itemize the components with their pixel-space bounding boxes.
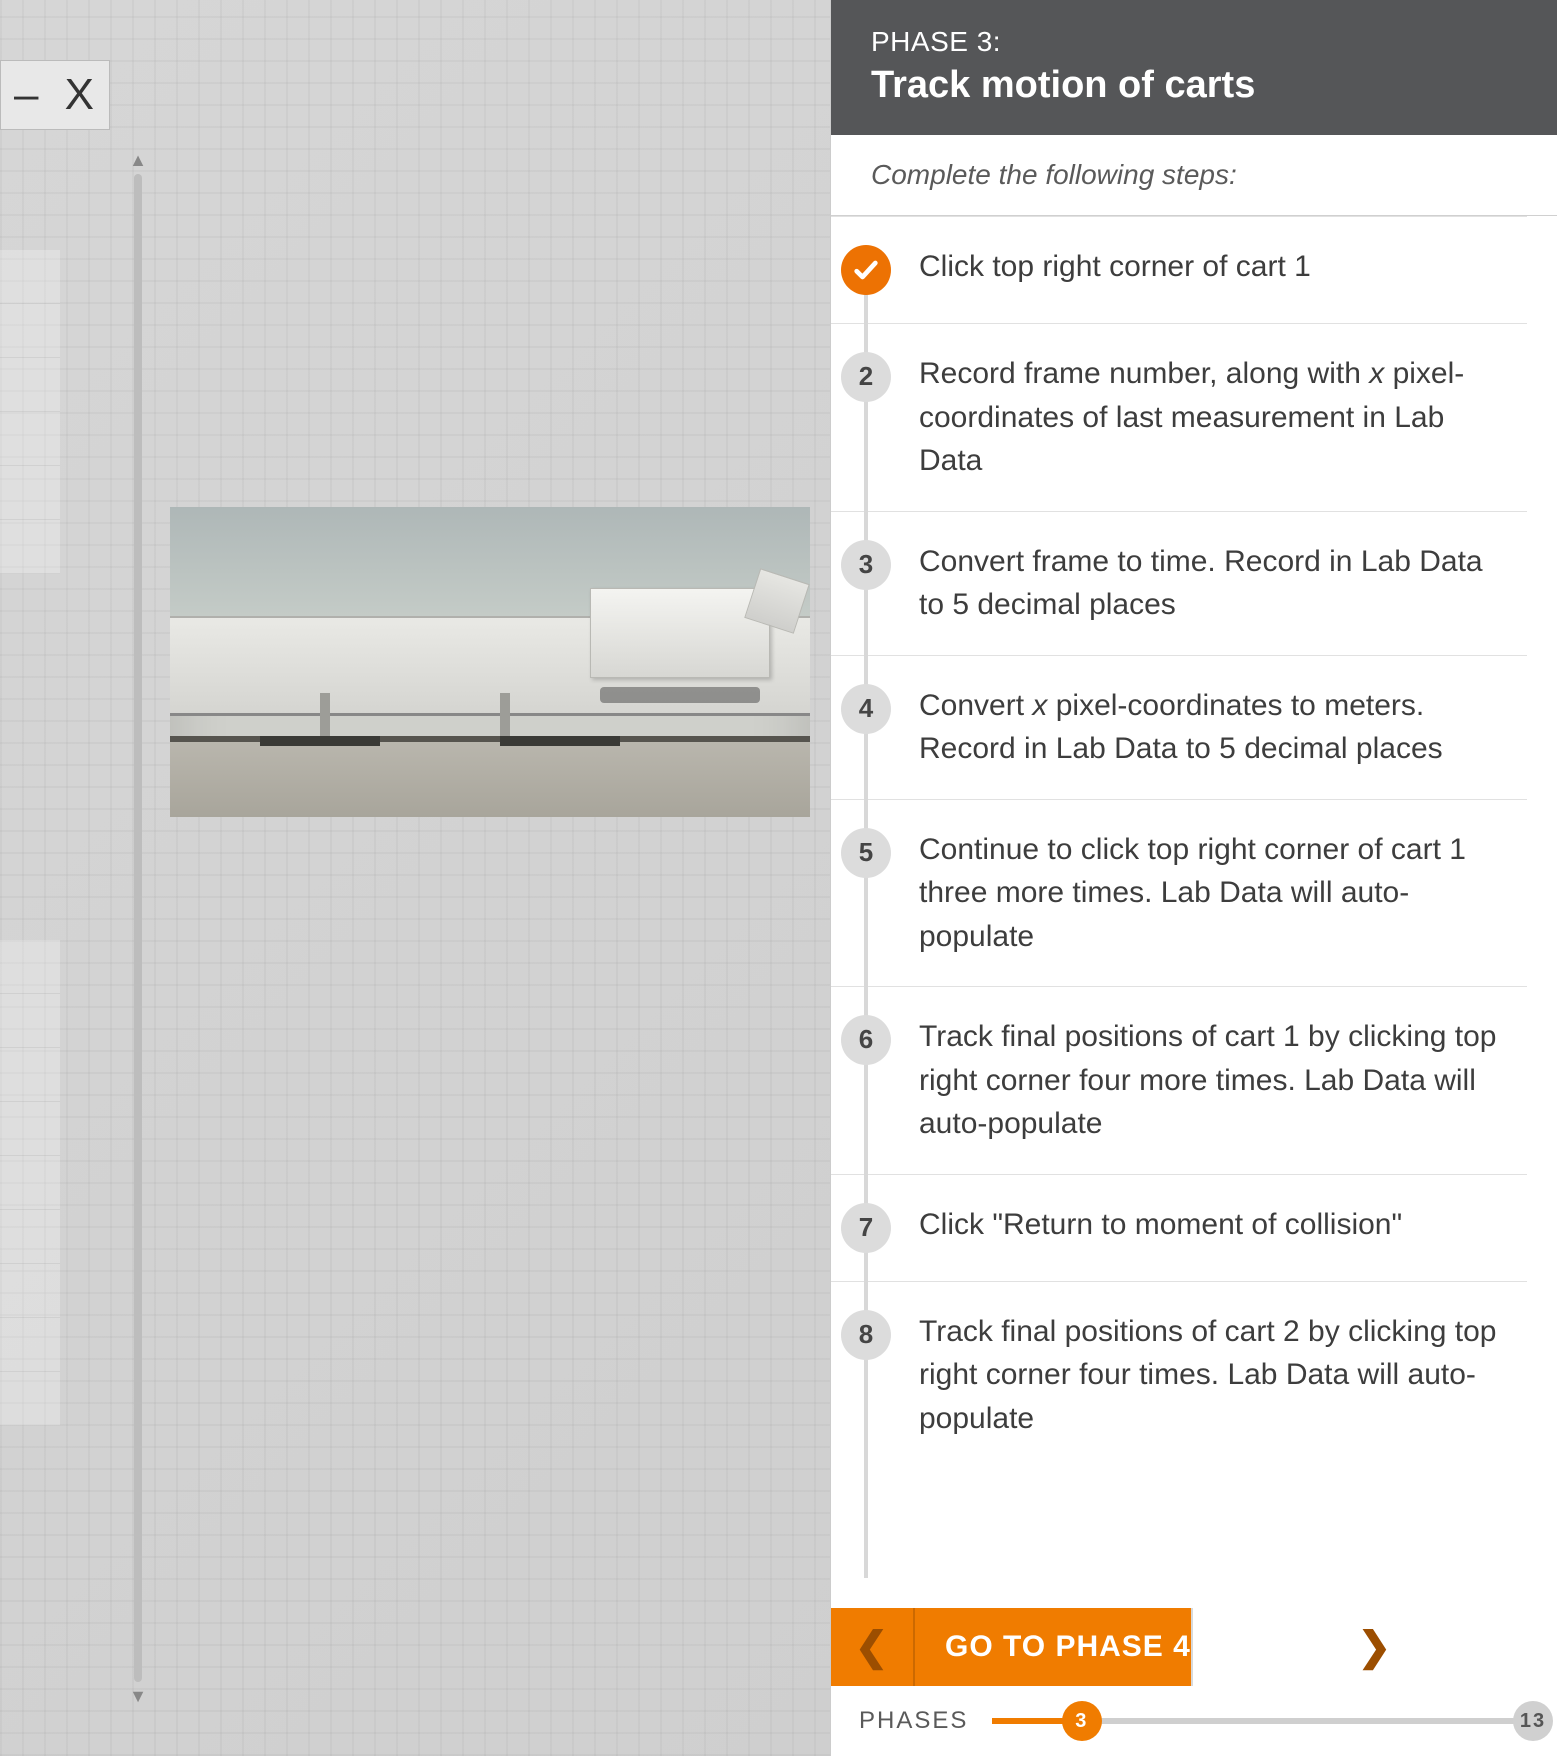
- step-text: Convert x pixel-coordinates to meters. R…: [919, 684, 1507, 771]
- phase-slider-knob[interactable]: 3: [1062, 1701, 1102, 1741]
- window-controls: – X: [0, 60, 110, 130]
- step-5: 5 Continue to click top right corner of c…: [831, 799, 1527, 987]
- step-text: Track final positions of cart 1 by click…: [919, 1015, 1507, 1146]
- close-button[interactable]: X: [65, 73, 96, 117]
- chevron-left-icon: ❮: [855, 1624, 890, 1670]
- step-text: Continue to click top right corner of ca…: [919, 828, 1507, 959]
- cart-1[interactable]: [590, 588, 770, 678]
- step-text: Track final positions of cart 2 by click…: [919, 1310, 1507, 1441]
- phase-slider-label: PHASES: [859, 1707, 968, 1735]
- step-badge: 8: [841, 1310, 891, 1360]
- step-badge-done: [841, 245, 891, 295]
- bench-top: [170, 736, 810, 817]
- instructions-pane: PHASE 3: Track motion of carts Complete …: [830, 0, 1557, 1756]
- data-rows-ghost-2: [0, 940, 60, 1426]
- step-badge: 5: [841, 828, 891, 878]
- step-rail: [864, 246, 868, 1578]
- phase-slider-track[interactable]: 3 13: [992, 1718, 1529, 1724]
- phase-kicker: PHASE 3:: [871, 26, 1517, 58]
- vertical-scrollbar[interactable]: ▲ ▼: [128, 150, 148, 1706]
- step-3: 3 Convert frame to time. Record in Lab Da…: [831, 511, 1527, 655]
- step-text: Convert frame to time. Record in Lab Dat…: [919, 540, 1507, 627]
- next-phase-button[interactable]: ❯: [1191, 1608, 1557, 1686]
- phase-subhead: Complete the following steps:: [831, 135, 1557, 216]
- app-root: – X ▲ ▼ PHASE 3: Track motion of car: [0, 0, 1557, 1756]
- phase-title: Track motion of carts: [871, 64, 1517, 107]
- step-list: Click top right corner of cart 1 2 Record …: [831, 216, 1557, 1608]
- step-8: 8 Track final positions of cart 2 by clic…: [831, 1281, 1527, 1469]
- prev-phase-button[interactable]: ❮: [831, 1608, 915, 1686]
- go-to-next-phase-bar[interactable]: ❮ GO TO PHASE 4 ❯: [831, 1608, 1557, 1686]
- step-badge: 2: [841, 352, 891, 402]
- chevron-right-icon: ❯: [1358, 1624, 1393, 1670]
- step-6: 6 Track final positions of cart 1 by clic…: [831, 986, 1527, 1174]
- video-frame[interactable]: [170, 507, 810, 817]
- step-text: Click "Return to moment of collision": [919, 1203, 1507, 1247]
- data-rows-ghost: [0, 250, 60, 574]
- phase-slider[interactable]: PHASES 3 13: [831, 1686, 1557, 1756]
- step-4: 4 Convert x pixel-coordinates to meters. …: [831, 655, 1527, 799]
- step-badge: 6: [841, 1015, 891, 1065]
- go-to-next-phase-label: GO TO PHASE 4: [915, 1630, 1191, 1664]
- step-badge: 7: [841, 1203, 891, 1253]
- footer: ❮ GO TO PHASE 4 ❯ PHASES 3 13: [831, 1608, 1557, 1756]
- minimize-button[interactable]: –: [14, 73, 38, 117]
- phase-header: PHASE 3: Track motion of carts: [831, 0, 1557, 135]
- step-2: 2 Record frame number, along with x pixel…: [831, 323, 1527, 511]
- cart-shadow: [600, 687, 760, 703]
- step-7: 7 Click "Return to moment of collision": [831, 1174, 1527, 1281]
- step-badge: 4: [841, 684, 891, 734]
- step-text: Record frame number, along with x pixel-…: [919, 352, 1507, 483]
- scroll-up-icon[interactable]: ▲: [128, 150, 148, 170]
- scroll-track[interactable]: [134, 174, 142, 1682]
- step-1: Click top right corner of cart 1: [831, 216, 1527, 323]
- phase-slider-max: 13: [1513, 1701, 1553, 1741]
- simulation-pane: – X ▲ ▼: [0, 0, 830, 1756]
- step-text: Click top right corner of cart 1: [919, 245, 1507, 289]
- step-badge: 3: [841, 540, 891, 590]
- check-icon: [852, 256, 880, 284]
- scroll-down-icon[interactable]: ▼: [128, 1686, 148, 1706]
